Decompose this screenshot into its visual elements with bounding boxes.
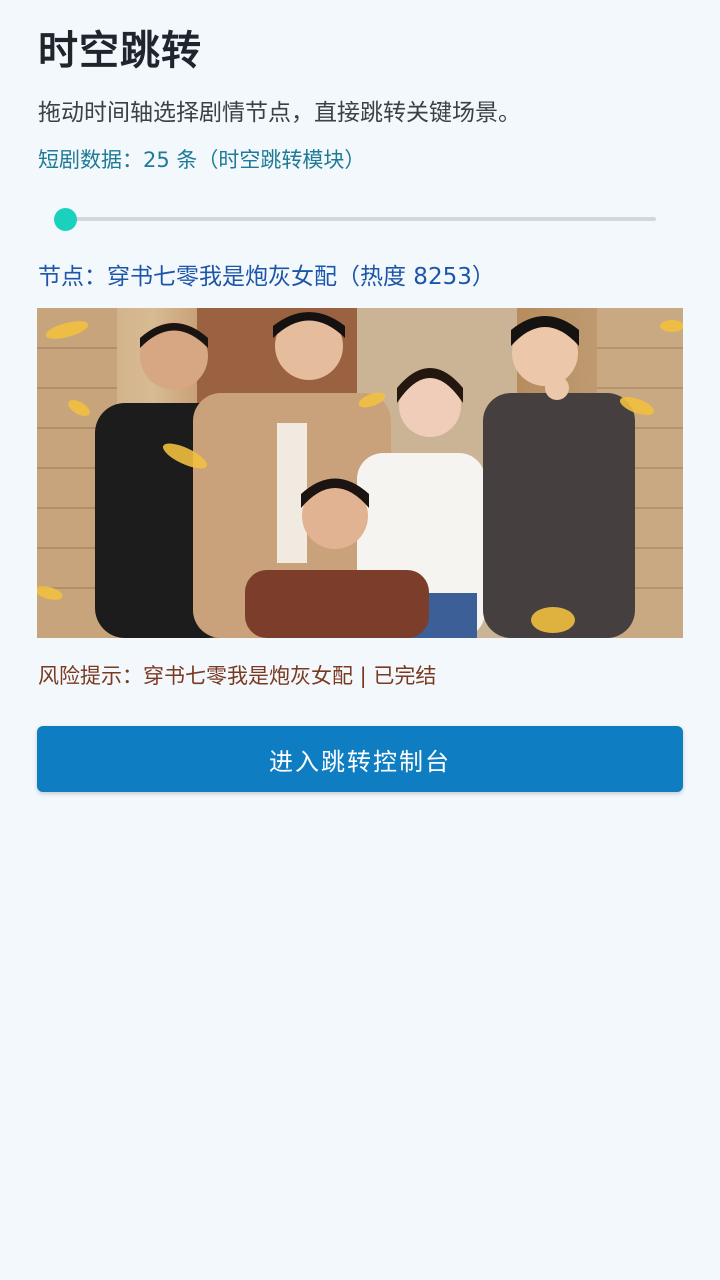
poster-illustration	[37, 308, 683, 638]
drama-poster-image	[37, 308, 683, 638]
risk-notice: 风险提示：穿书七零我是炮灰女配 | 已完结	[38, 664, 437, 688]
page-title: 时空跳转	[38, 28, 202, 74]
timeline-slider[interactable]	[54, 206, 656, 232]
enter-console-button[interactable]: 进入跳转控制台	[37, 726, 683, 792]
drama-data-count: 短剧数据：25 条（时空跳转模块）	[38, 148, 366, 172]
timeline-thumb[interactable]	[54, 208, 77, 231]
time-jump-page: 时空跳转 拖动时间轴选择剧情节点，直接跳转关键场景。 短剧数据：25 条（时空跳…	[0, 0, 720, 1280]
page-subtitle: 拖动时间轴选择剧情节点，直接跳转关键场景。	[38, 100, 521, 126]
node-label: 节点：穿书七零我是炮灰女配（热度 8253）	[38, 264, 495, 290]
timeline-track[interactable]	[66, 217, 656, 221]
